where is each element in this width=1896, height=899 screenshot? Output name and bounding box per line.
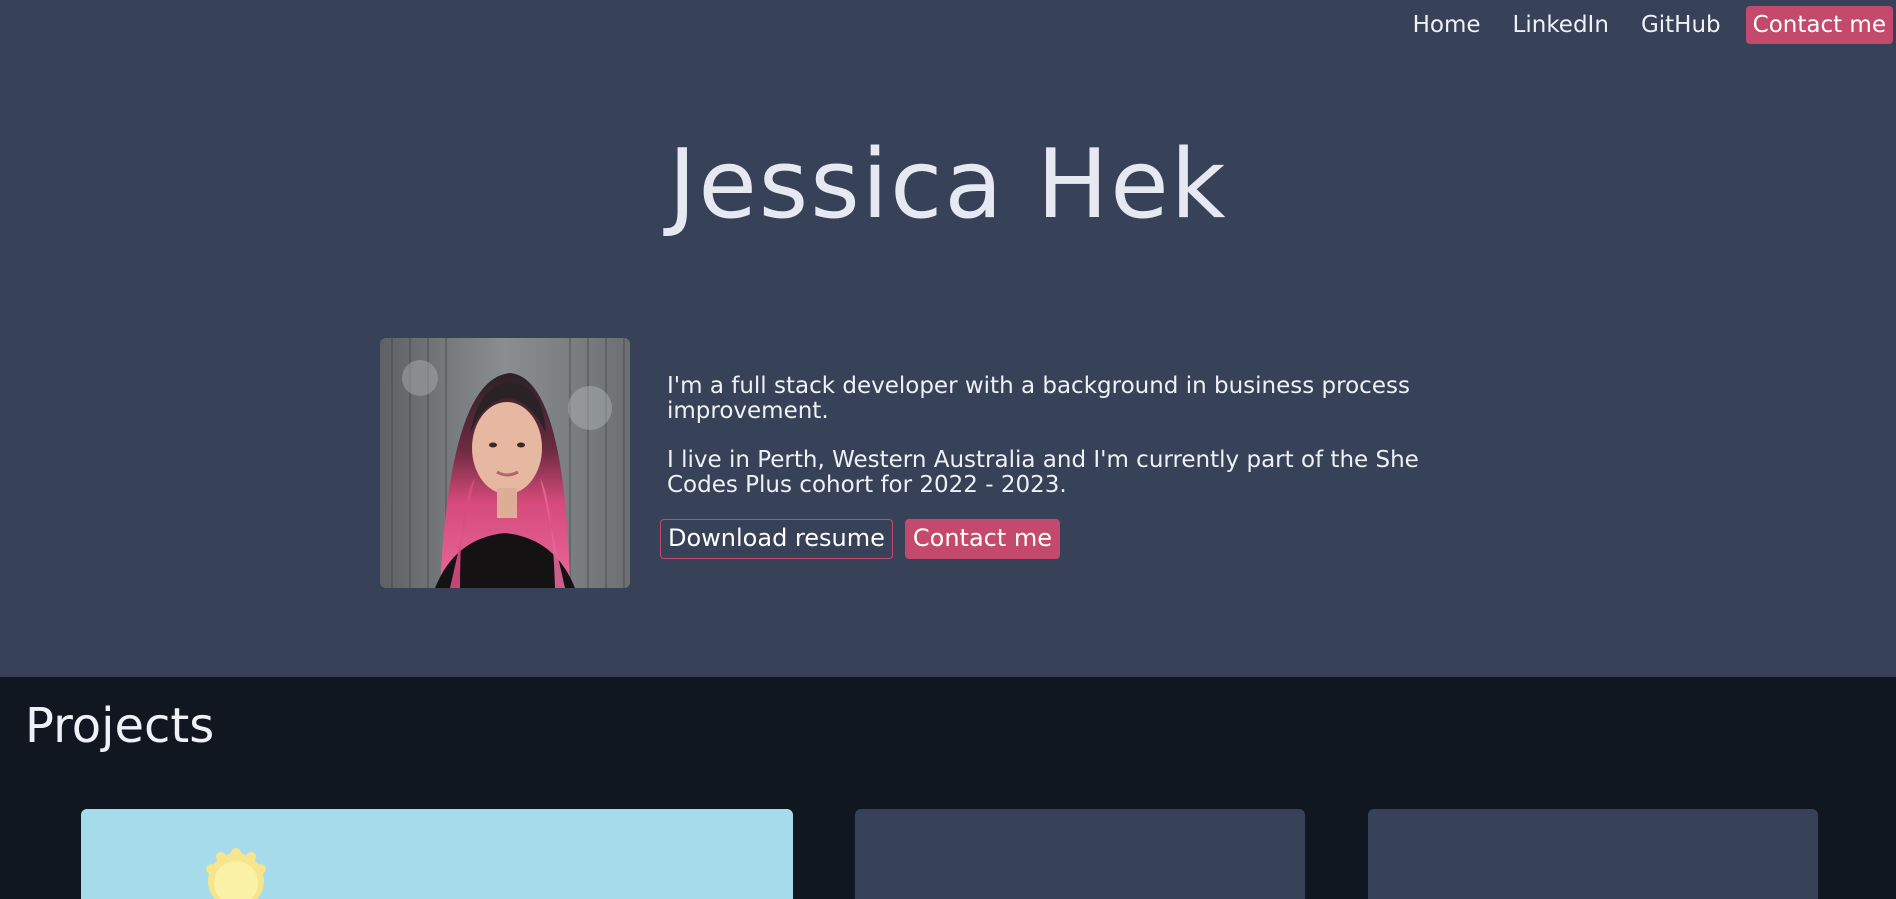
top-nav: Home LinkedIn GitHub Contact me xyxy=(1388,6,1893,44)
contact-me-button[interactable]: Contact me xyxy=(904,519,1061,559)
nav-contact-button[interactable]: Contact me xyxy=(1745,6,1893,44)
page-title: Jessica Hek xyxy=(668,130,1228,240)
nav-github-link[interactable]: GitHub xyxy=(1634,6,1728,44)
download-resume-button[interactable]: Download resume xyxy=(660,519,893,559)
profile-photo xyxy=(380,338,630,588)
profile-portrait-image xyxy=(380,338,630,588)
bio-paragraph-intro: I'm a full stack developer with a backgr… xyxy=(667,373,1410,424)
sun-icon xyxy=(206,848,266,899)
hero-section: Home LinkedIn GitHub Contact me Jessica … xyxy=(0,0,1896,677)
nav-linkedin-link[interactable]: LinkedIn xyxy=(1506,6,1616,44)
project-card[interactable] xyxy=(1368,809,1818,899)
nav-home-link[interactable]: Home xyxy=(1406,6,1488,44)
project-card[interactable] xyxy=(855,809,1305,899)
bio-text: I'm a full stack developer with a backgr… xyxy=(667,374,1437,522)
project-card[interactable] xyxy=(81,809,793,899)
projects-heading: Projects xyxy=(25,698,215,754)
bio-paragraph-location: I live in Perth, Western Australia and I… xyxy=(667,447,1419,498)
hero-actions: Download resume Contact me xyxy=(660,519,1061,559)
